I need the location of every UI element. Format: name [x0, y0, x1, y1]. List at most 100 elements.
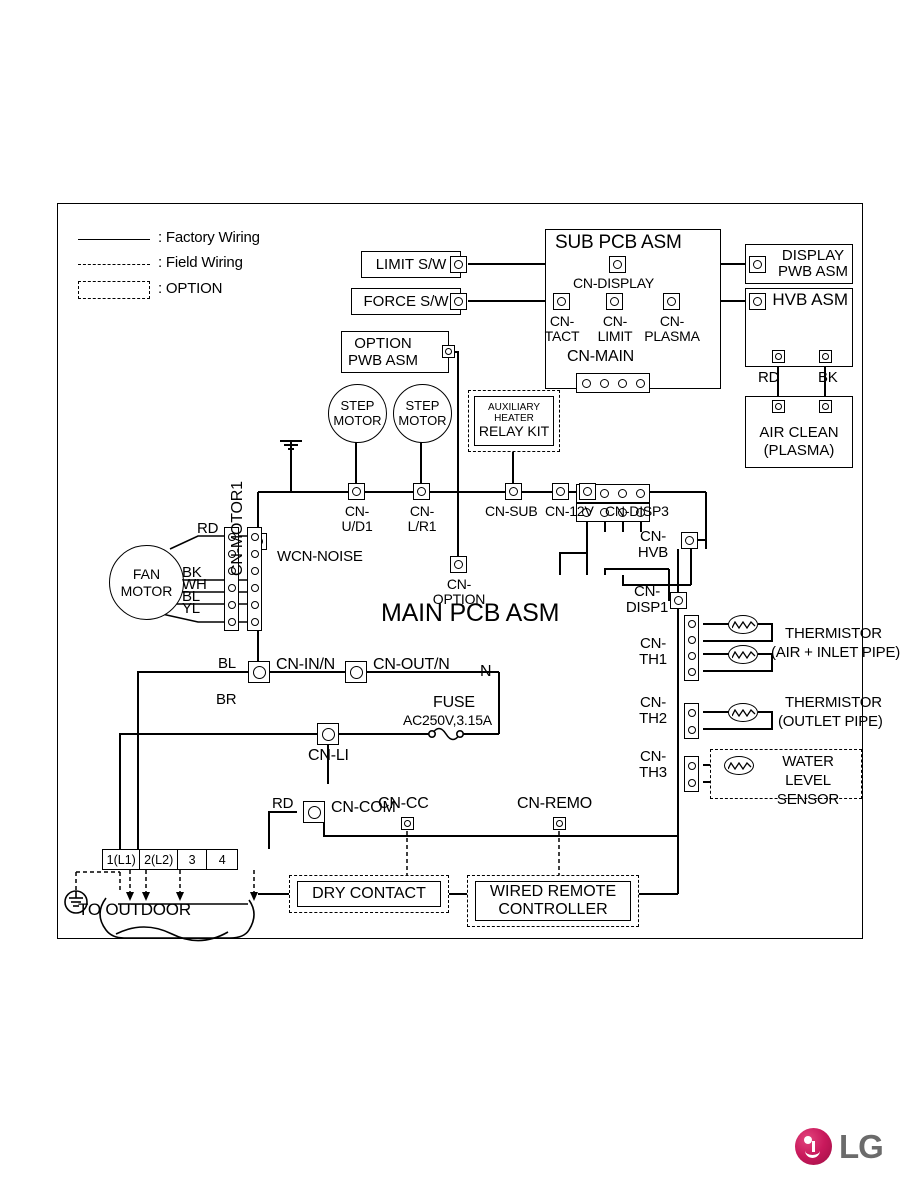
main-pcb-asm-title: MAIN PCB ASM: [381, 599, 560, 627]
cn-out-n-connector[interactable]: [345, 661, 367, 683]
cn-th2-strip[interactable]: [684, 703, 699, 739]
cn-motor1-right-column[interactable]: [247, 527, 262, 631]
force-switch-connector[interactable]: [450, 293, 467, 310]
air-clean-box[interactable]: AIR CLEAN (PLASMA): [745, 396, 853, 468]
cn-com-connector[interactable]: [303, 801, 325, 823]
terminal-block[interactable]: 1(L1) 2(L2) 3 4: [102, 849, 238, 870]
cn-th1-strip[interactable]: [684, 615, 699, 681]
display-pwb-connector[interactable]: [749, 256, 766, 273]
step-motor-1[interactable]: STEP MOTOR: [328, 384, 387, 443]
lg-mark-icon: [795, 1128, 832, 1165]
cn-remo-label: CN-REMO: [517, 795, 593, 812]
cn-th1-label: CN- TH1: [639, 635, 667, 669]
wired-remote-controller-label: WIRED REMOTE CONTROLLER: [489, 882, 617, 918]
limit-switch-box[interactable]: LIMIT S/W: [361, 251, 461, 278]
step-motor-1-label: STEP MOTOR: [333, 397, 382, 428]
cn-12v-connector[interactable]: [552, 483, 569, 500]
wired-remote-controller-box[interactable]: WIRED REMOTE CONTROLLER: [475, 881, 631, 921]
th1-pin: [687, 668, 696, 676]
relay-kit-label: RELAY KIT: [478, 423, 550, 440]
hvb-asm-connector[interactable]: [749, 293, 766, 310]
legend-factory-label: : Factory Wiring: [158, 229, 260, 246]
motor-pin: [227, 583, 236, 592]
legend-factory-line: [78, 239, 150, 240]
fan-motor[interactable]: FAN MOTOR: [109, 545, 184, 620]
cn-disp1-label: CN- DISP1: [625, 583, 669, 617]
zigzag-icon: [732, 709, 756, 718]
fuse-title: FUSE: [433, 694, 475, 711]
dry-contact-box[interactable]: DRY CONTACT: [297, 881, 441, 907]
motor-pin: [250, 532, 259, 541]
cn-remo-connector[interactable]: [553, 817, 566, 830]
motor-pin: [250, 617, 259, 626]
cn-disp1-connector[interactable]: [670, 592, 687, 609]
cn-disp3-connector[interactable]: [579, 483, 596, 500]
terminal-cell-2[interactable]: 2(L2): [140, 850, 178, 869]
cn-tact-connector[interactable]: [553, 293, 570, 310]
air-clean-rd-pin[interactable]: [772, 400, 785, 413]
terminal-cell-4[interactable]: 4: [207, 850, 237, 869]
cn-motor1-label: CN-MOTOR1: [229, 481, 246, 576]
display-pwb-asm-label: DISPLAY PWB ASM: [777, 247, 848, 280]
terminal-cell-3[interactable]: 3: [178, 850, 208, 869]
sub-pcb-asm-label: SUB PCB ASM: [555, 232, 682, 253]
motor-pin: [250, 600, 259, 609]
th3-pin: [687, 761, 696, 770]
cn-cc-connector[interactable]: [401, 817, 414, 830]
water-level-sensor-label: WATER LEVEL SENSOR: [776, 753, 840, 808]
to-outdoor-label: TO OUTDOOR: [78, 900, 191, 919]
motor-pin: [227, 617, 236, 626]
cn-tact-label: CN- TACT: [544, 313, 580, 345]
fan-rd-label: RD: [197, 520, 219, 537]
auxiliary-heater-label: AUXILIARY HEATER: [487, 402, 541, 424]
fuse-rating: AC250V,3.15A: [403, 712, 492, 728]
option-pwb-connector[interactable]: [442, 345, 455, 358]
step-motor-2[interactable]: STEP MOTOR: [393, 384, 452, 443]
terminal-cell-1[interactable]: 1(L1): [103, 850, 141, 869]
n-line-label: N: [480, 663, 492, 680]
hvb-rd-pin[interactable]: [772, 350, 785, 363]
cn-option-connector[interactable]: [450, 556, 467, 573]
zigzag-icon: [732, 621, 756, 630]
cn-hvb-connector[interactable]: [681, 532, 698, 549]
hvb-asm-label: HVB ASM: [772, 290, 848, 309]
cn-th3-strip[interactable]: [684, 756, 699, 792]
cn-ud1-connector[interactable]: [348, 483, 365, 500]
cn-limit-label: CN- LIMIT: [597, 313, 633, 345]
cn-display-label: CN-DISPLAY: [573, 275, 654, 291]
force-switch-box[interactable]: FORCE S/W: [351, 288, 461, 315]
limit-switch-connector[interactable]: [450, 256, 467, 273]
cn-disp3-label: CN-DISP3: [605, 503, 669, 519]
bl-line-label: BL: [218, 655, 236, 672]
cn-limit-connector[interactable]: [606, 293, 623, 310]
rd-hvb-label: RD: [758, 369, 780, 386]
cn-main-strip[interactable]: [576, 373, 650, 393]
lg-wordmark: LG: [839, 1128, 884, 1165]
cn-display-connector[interactable]: [609, 256, 626, 273]
cn-plasma-connector[interactable]: [663, 293, 680, 310]
cn-sub-connector[interactable]: [505, 483, 522, 500]
hvb-bk-pin[interactable]: [819, 350, 832, 363]
motor-pin: [227, 600, 236, 609]
air-clean-bk-pin[interactable]: [819, 400, 832, 413]
rd-com-label: RD: [272, 795, 294, 812]
auxiliary-heater-relay-kit-box[interactable]: AUXILIARY HEATER RELAY KIT: [474, 396, 554, 446]
motor-pin: [250, 583, 259, 592]
cn-li-connector[interactable]: [317, 723, 339, 745]
thermistor-2-detail: (OUTLET PIPE): [778, 713, 883, 730]
cn-out-n-label: CN-OUT/N: [373, 656, 450, 673]
th3-pin: [687, 778, 696, 787]
fuse-symbol: [427, 727, 464, 741]
cn-main-pin: [635, 378, 645, 388]
cn-cc-label: CN-CC: [378, 795, 429, 812]
cn-in-n-connector[interactable]: [248, 661, 270, 683]
cn-12v-label: CN-12V: [545, 503, 594, 519]
option-pwb-asm-box[interactable]: OPTION PWB ASM: [341, 331, 449, 373]
force-switch-label: FORCE S/W: [363, 292, 449, 310]
motor-pin: [250, 549, 259, 558]
zigzag-icon: [728, 762, 752, 771]
bk-hvb-label: BK: [818, 369, 838, 386]
cn-lr1-connector[interactable]: [413, 483, 430, 500]
cn-hvb-label: CN- HVB: [637, 528, 669, 562]
legend-option-label: : OPTION: [158, 280, 223, 297]
